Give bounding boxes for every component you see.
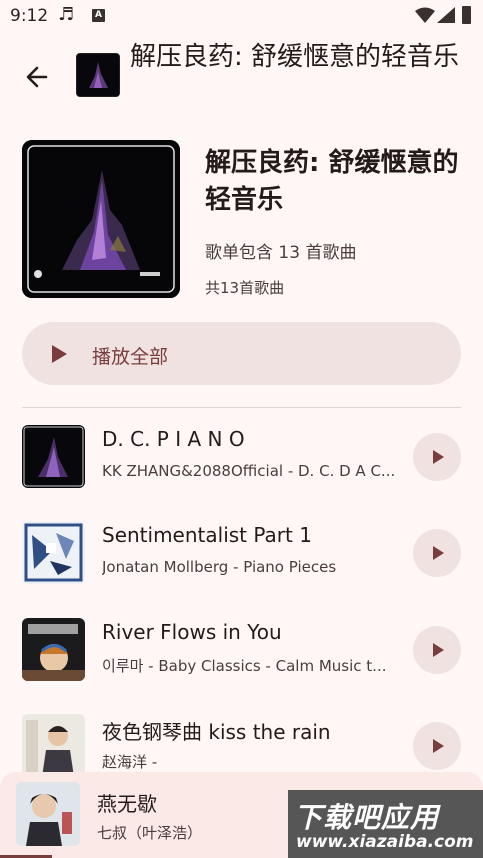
now-playing-cover bbox=[16, 782, 80, 846]
now-playing-artist: 七叔（叶泽浩） bbox=[97, 824, 203, 842]
watermark: 下载吧应用 www.xiazaiba.com bbox=[288, 790, 483, 858]
track-title: River Flows in You bbox=[102, 620, 282, 644]
page-title: 解压良药: 舒缓惬意的轻音乐 bbox=[130, 42, 460, 72]
play-icon bbox=[433, 450, 444, 464]
playlist-title: 解压良药: 舒缓惬意的轻音乐 bbox=[205, 148, 459, 215]
divider bbox=[22, 407, 461, 408]
track-title: D. C. P I A N O bbox=[102, 427, 245, 451]
play-all-button[interactable]: 播放全部 bbox=[22, 322, 461, 385]
status-bar: 9:12 ♬ A bbox=[0, 0, 483, 32]
track-play-button[interactable] bbox=[413, 529, 461, 577]
watermark-line2: www.xiazaiba.com bbox=[296, 832, 474, 852]
track-row[interactable]: D. C. P I A N O KK ZHANG&2088Official - … bbox=[0, 425, 483, 521]
track-subtitle: 이루마 - Baby Classics - Calm Music t... bbox=[102, 657, 387, 675]
playlist-thumbnail bbox=[76, 53, 120, 97]
track-subtitle: Jonatan Mollberg - Piano Pieces bbox=[102, 558, 337, 576]
signal-icon bbox=[437, 7, 455, 23]
play-icon bbox=[433, 739, 444, 753]
now-playing-title: 燕无歇 bbox=[97, 792, 157, 816]
back-arrow-icon[interactable] bbox=[22, 62, 52, 92]
music-note-icon: ♬ bbox=[58, 4, 75, 25]
status-time: 9:12 bbox=[10, 6, 49, 26]
track-subtitle: 赵海洋 - bbox=[102, 753, 158, 771]
watermark-line1: 下载吧应用 bbox=[294, 801, 440, 834]
play-icon bbox=[433, 546, 444, 560]
track-title: Sentimentalist Part 1 bbox=[102, 523, 312, 547]
playlist-song-count: 共13首歌曲 bbox=[205, 279, 285, 297]
track-title: 夜色钢琴曲 kiss the rain bbox=[102, 720, 331, 744]
track-play-button[interactable] bbox=[413, 722, 461, 770]
top-app-bar: 解压良药: 舒缓惬意的轻音乐 bbox=[0, 36, 483, 116]
track-row[interactable]: Sentimentalist Part 1 Jonatan Mollberg -… bbox=[0, 521, 483, 617]
track-subtitle: KK ZHANG&2088Official - D. C. D A C... bbox=[102, 462, 396, 480]
battery-icon bbox=[462, 6, 471, 24]
accessibility-a-icon: A bbox=[92, 9, 105, 22]
track-cover bbox=[22, 425, 85, 488]
track-cover bbox=[22, 521, 85, 584]
playlist-cover bbox=[22, 140, 180, 298]
play-icon bbox=[52, 345, 67, 363]
track-cover bbox=[22, 618, 85, 681]
wifi-icon bbox=[415, 7, 435, 23]
play-all-label: 播放全部 bbox=[92, 346, 169, 368]
track-play-button[interactable] bbox=[413, 626, 461, 674]
track-cover bbox=[22, 714, 85, 777]
play-icon bbox=[433, 643, 444, 657]
playlist-description: 歌单包含 13 首歌曲 bbox=[205, 243, 357, 263]
track-play-button[interactable] bbox=[413, 433, 461, 481]
track-row[interactable]: River Flows in You 이루마 - Baby Classics -… bbox=[0, 618, 483, 714]
